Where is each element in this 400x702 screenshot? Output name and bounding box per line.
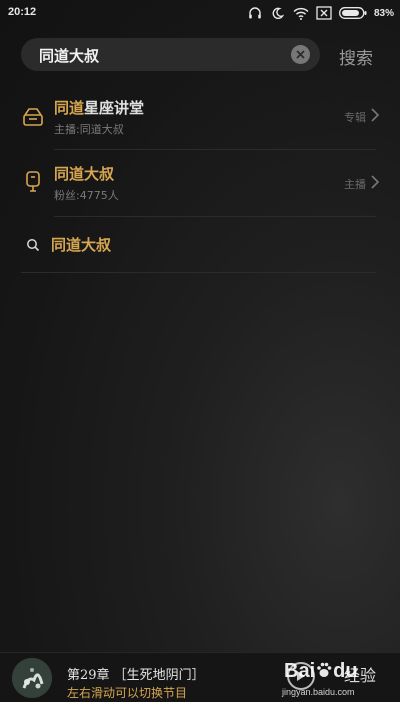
status-icons: 83% xyxy=(247,4,394,22)
result-title-highlight: 同道大叔 xyxy=(54,165,115,183)
search-input[interactable]: 同道大叔 xyxy=(21,38,320,71)
status-time: 20:12 xyxy=(8,6,37,18)
result-title-highlight: 同道 xyxy=(54,99,85,117)
watermark-jingyan: 经验 xyxy=(344,666,377,685)
headphones-icon xyxy=(247,5,263,21)
result-title-highlight: 同道大叔 xyxy=(51,236,112,254)
close-icon xyxy=(296,50,305,59)
divider xyxy=(21,272,376,273)
paw-icon xyxy=(317,662,332,677)
result-title: 同道星座讲堂 xyxy=(54,97,144,118)
result-title: 同道大叔 xyxy=(51,234,111,255)
album-cover[interactable] xyxy=(12,658,52,698)
result-tag: 主播 xyxy=(344,178,366,191)
search-value[interactable]: 同道大叔 xyxy=(39,45,99,66)
search-button[interactable]: 搜索 xyxy=(339,44,373,69)
divider xyxy=(54,149,376,150)
wifi-icon xyxy=(293,5,309,21)
result-album[interactable]: 同道星座讲堂 主播:同道大叔 专辑 xyxy=(0,88,400,148)
now-playing-title: 第29章 ［生死地阴门］ xyxy=(67,668,205,683)
result-title-rest: 星座讲堂 xyxy=(84,99,145,117)
watermark-logo-bai: Bai xyxy=(284,660,316,682)
chevron-right-icon xyxy=(371,175,380,189)
battery-percent: 83% xyxy=(373,7,394,19)
divider xyxy=(54,216,376,217)
no-sim-icon xyxy=(316,5,332,21)
result-tag: 专辑 xyxy=(344,111,366,124)
microphone-icon xyxy=(21,170,45,194)
status-bar: 20:12 83% xyxy=(0,0,400,26)
search-icon xyxy=(21,233,45,257)
result-keyword[interactable]: 同道大叔 xyxy=(0,220,400,270)
moon-icon xyxy=(270,5,286,21)
result-title: 同道大叔 xyxy=(54,163,114,184)
watermark-url: jingyan.baidu.com xyxy=(282,687,355,697)
album-icon xyxy=(21,105,45,129)
result-subtitle: 粉丝:4775人 xyxy=(54,189,119,202)
battery-icon xyxy=(339,5,367,21)
baidu-jingyan-watermark: Bai du 经验 jingyan.baidu.com xyxy=(278,658,394,700)
swipe-hint: 左右滑动可以切换节目 xyxy=(67,686,188,700)
clear-search-button[interactable] xyxy=(291,45,310,64)
chevron-right-icon xyxy=(371,108,380,122)
result-anchor[interactable]: 同道大叔 粉丝:4775人 主播 xyxy=(0,152,400,214)
result-subtitle: 主播:同道大叔 xyxy=(54,123,124,136)
